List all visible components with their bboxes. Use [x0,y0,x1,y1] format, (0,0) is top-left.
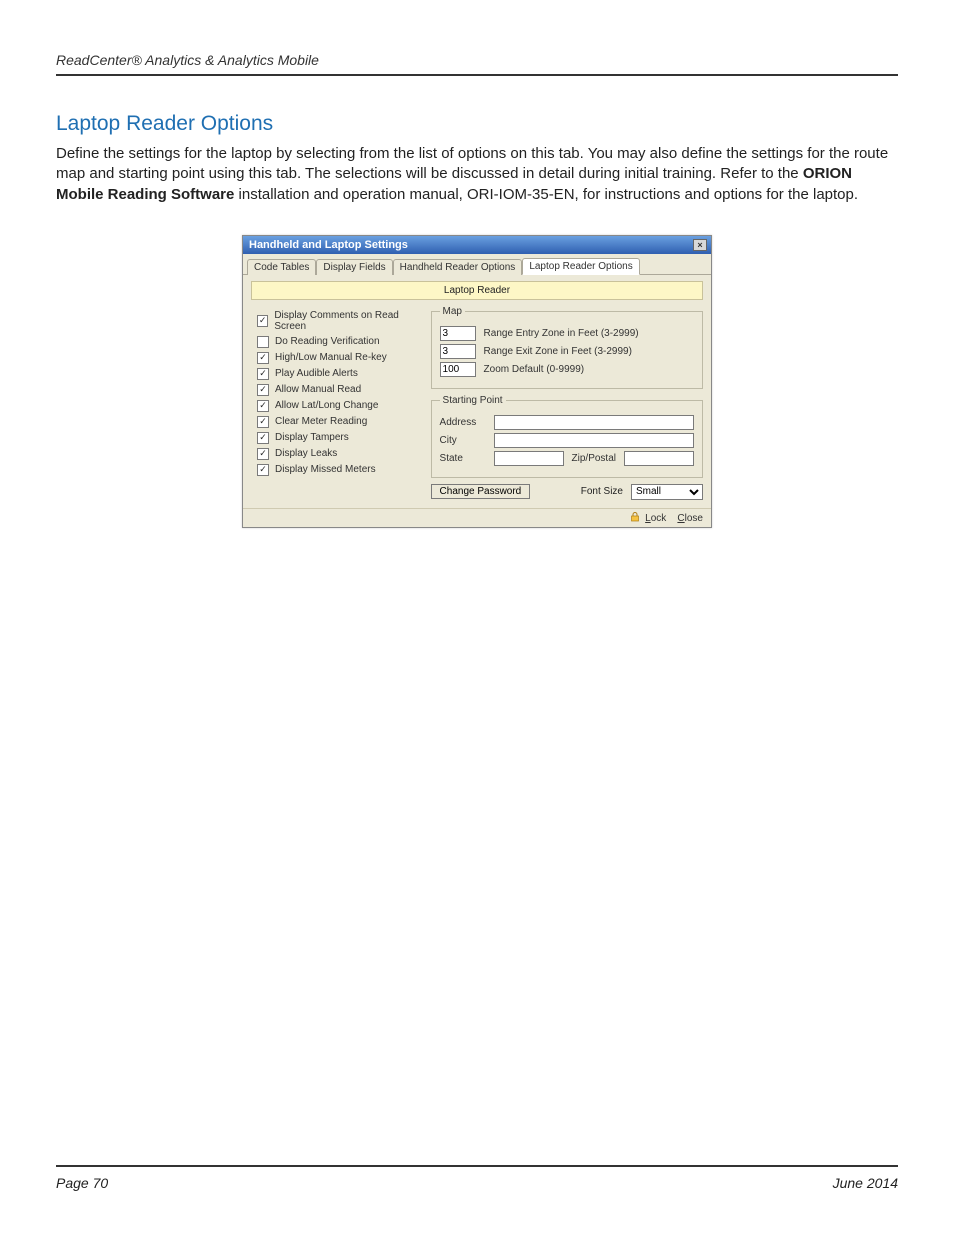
address-input[interactable] [494,415,694,430]
checkbox-label: Do Reading Verification [275,336,380,347]
zoom-default-input[interactable] [440,362,476,377]
checkbox[interactable]: ✓ [257,315,268,327]
checkbox[interactable]: ✓ [257,432,269,444]
zip-label: Zip/Postal [572,453,616,464]
option-row: ✓ Play Audible Alerts [257,368,423,380]
city-label: City [440,435,486,446]
lock-link[interactable]: Lock [645,513,666,524]
running-header: ReadCenter® Analytics & Analytics Mobile [56,52,898,76]
change-password-button[interactable]: Change Password [431,484,531,499]
checkbox-label: Display Comments on Read Screen [274,310,422,332]
section-title: Laptop Reader Options [56,112,898,136]
address-label: Address [440,417,486,428]
para-post: installation and operation manual, ORI-I… [239,186,859,203]
dialog-tabs: Code TablesDisplay FieldsHandheld Reader… [243,254,711,275]
starting-point-legend: Starting Point [440,395,506,406]
checkbox[interactable]: ✓ [257,400,269,412]
checkbox-label: Allow Lat/Long Change [275,400,378,411]
dialog-titlebar: Handheld and Laptop Settings × [243,236,711,254]
font-size-label: Font Size [581,486,623,497]
option-row: Do Reading Verification [257,336,423,348]
checkbox[interactable] [257,336,269,348]
option-row: ✓ Allow Manual Read [257,384,423,396]
checkbox-label: Allow Manual Read [275,384,361,395]
option-row: ✓ Display Comments on Read Screen [257,310,423,332]
checkbox-label: Play Audible Alerts [275,368,358,379]
state-label: State [440,453,486,464]
checkbox-label: High/Low Manual Re-key [275,352,387,363]
section-paragraph: Define the settings for the laptop by se… [56,144,898,205]
checkbox[interactable]: ✓ [257,384,269,396]
page-date: June 2014 [833,1175,898,1191]
range-exit-label: Range Exit Zone in Feet (3-2999) [484,346,632,357]
font-size-select[interactable]: Small [631,484,703,500]
state-input[interactable] [494,451,564,466]
map-group: Map Range Entry Zone in Feet (3-2999) Ra… [431,306,703,389]
para-pre: Define the settings for the laptop by se… [56,145,888,182]
lock-icon [630,512,640,522]
option-row: ✓ High/Low Manual Re-key [257,352,423,364]
checkbox-label: Clear Meter Reading [275,416,367,427]
starting-point-group: Starting Point Address City State [431,395,703,478]
zoom-default-label: Zoom Default (0-9999) [484,364,585,375]
checkbox-label: Display Missed Meters [275,464,376,475]
dialog-footer: Lock Close [243,508,711,527]
checkbox[interactable]: ✓ [257,416,269,428]
tab-code-tables[interactable]: Code Tables [247,259,316,275]
page-number: Page 70 [56,1175,108,1191]
option-row: ✓ Allow Lat/Long Change [257,400,423,412]
range-entry-label: Range Entry Zone in Feet (3-2999) [484,328,639,339]
range-exit-input[interactable] [440,344,476,359]
zip-input[interactable] [624,451,694,466]
tab-laptop-reader-options[interactable]: Laptop Reader Options [522,258,639,275]
option-row: ✓ Display Leaks [257,448,423,460]
dialog-body: Laptop Reader ✓ Display Comments on Read … [243,275,711,508]
panel-header: Laptop Reader [251,281,703,300]
tab-handheld-reader-options[interactable]: Handheld Reader Options [393,259,523,275]
checkbox[interactable]: ✓ [257,352,269,364]
checkbox[interactable]: ✓ [257,368,269,380]
settings-dialog: Handheld and Laptop Settings × Code Tabl… [242,235,712,528]
page-footer: Page 70 June 2014 [56,1165,898,1191]
city-input[interactable] [494,433,694,448]
checkbox[interactable]: ✓ [257,464,269,476]
close-link[interactable]: Close [677,513,703,524]
option-row: ✓ Display Tampers [257,432,423,444]
dialog-title: Handheld and Laptop Settings [249,239,408,251]
checkbox-label: Display Leaks [275,448,337,459]
option-row: ✓ Clear Meter Reading [257,416,423,428]
tab-display-fields[interactable]: Display Fields [316,259,392,275]
map-legend: Map [440,306,465,317]
option-row: ✓ Display Missed Meters [257,464,423,476]
range-entry-input[interactable] [440,326,476,341]
options-column: ✓ Display Comments on Read Screen Do Readi… [251,306,423,500]
checkbox-label: Display Tampers [275,432,349,443]
checkbox[interactable]: ✓ [257,448,269,460]
dialog-close-button[interactable]: × [693,239,707,251]
